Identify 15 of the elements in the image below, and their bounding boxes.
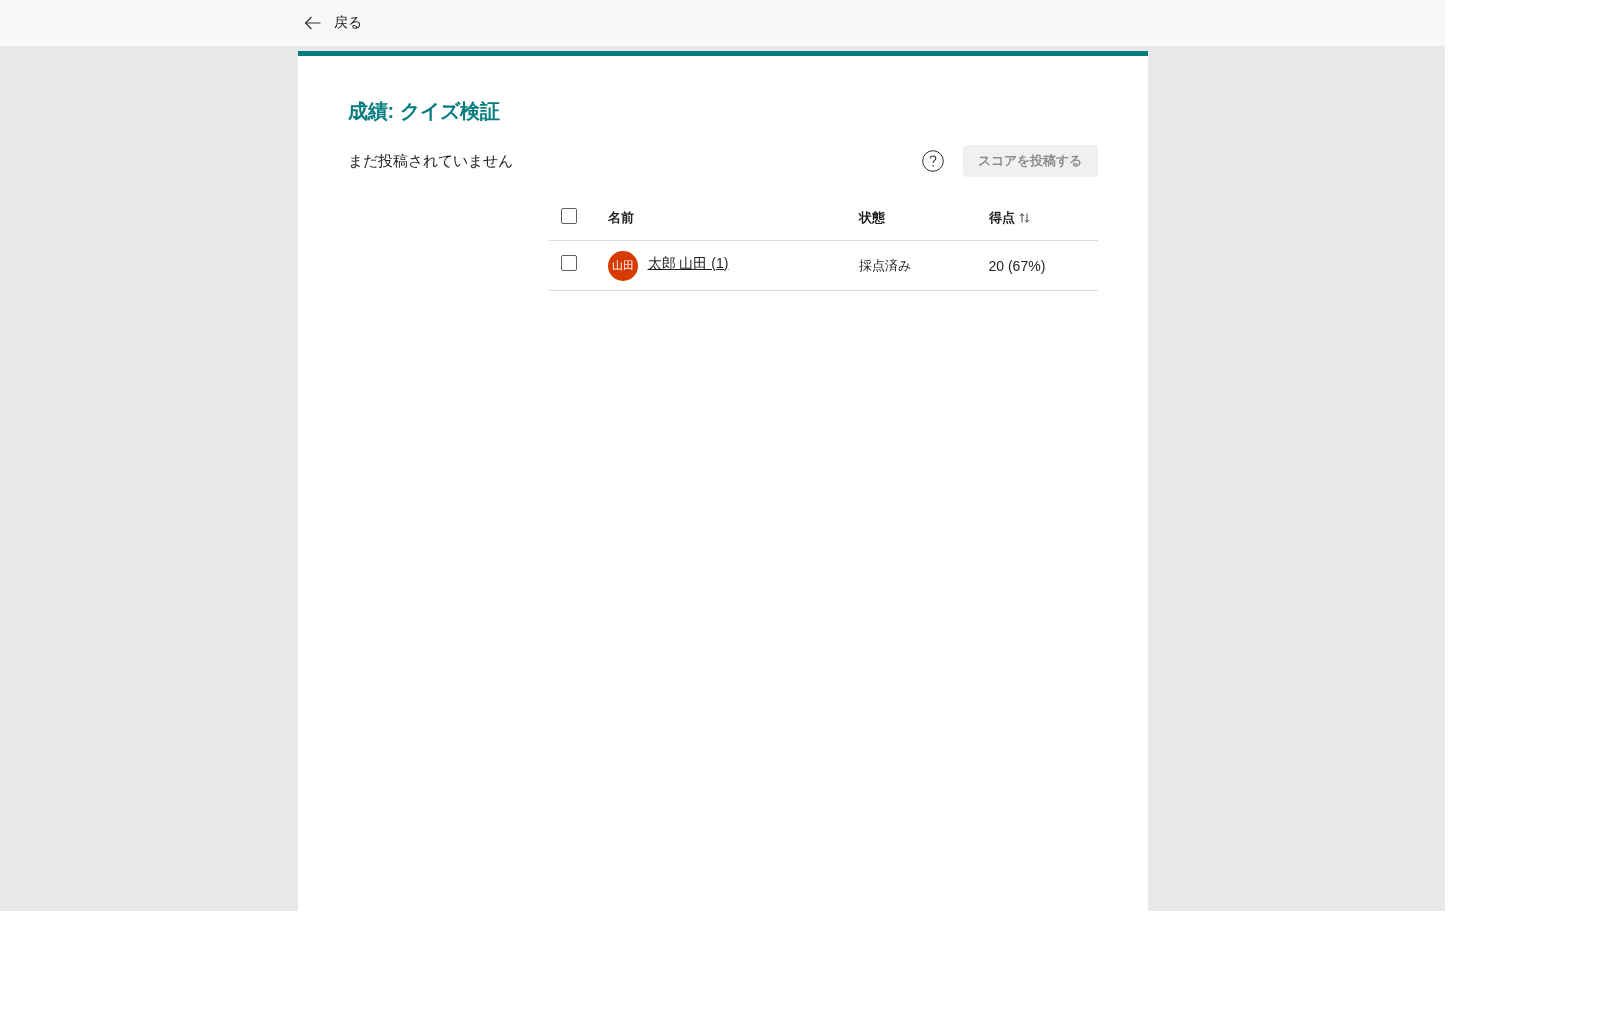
user-avatar: 山田 <box>607 250 638 281</box>
status-cell-text: 採点済み <box>858 256 912 275</box>
select-all-checkbox[interactable] <box>560 207 577 224</box>
column-header[interactable]: 名前 <box>607 208 634 227</box>
back-button[interactable]: 戻る <box>300 10 366 36</box>
row-checkbox[interactable] <box>560 254 577 271</box>
student-name-link[interactable]: 太郎 山田 (1) <box>647 254 729 273</box>
column-header[interactable]: 得点 <box>988 208 1030 227</box>
sort-icon <box>1018 212 1030 223</box>
help-icon[interactable] <box>921 150 944 172</box>
page-title: 成績: クイズ検証 <box>347 99 501 124</box>
status-text: まだ投稿されていません <box>347 151 514 171</box>
column-header[interactable]: 状態 <box>858 208 885 227</box>
score-cell-text: 20 (67%) <box>988 257 1047 274</box>
back-arrow-icon <box>304 16 321 30</box>
